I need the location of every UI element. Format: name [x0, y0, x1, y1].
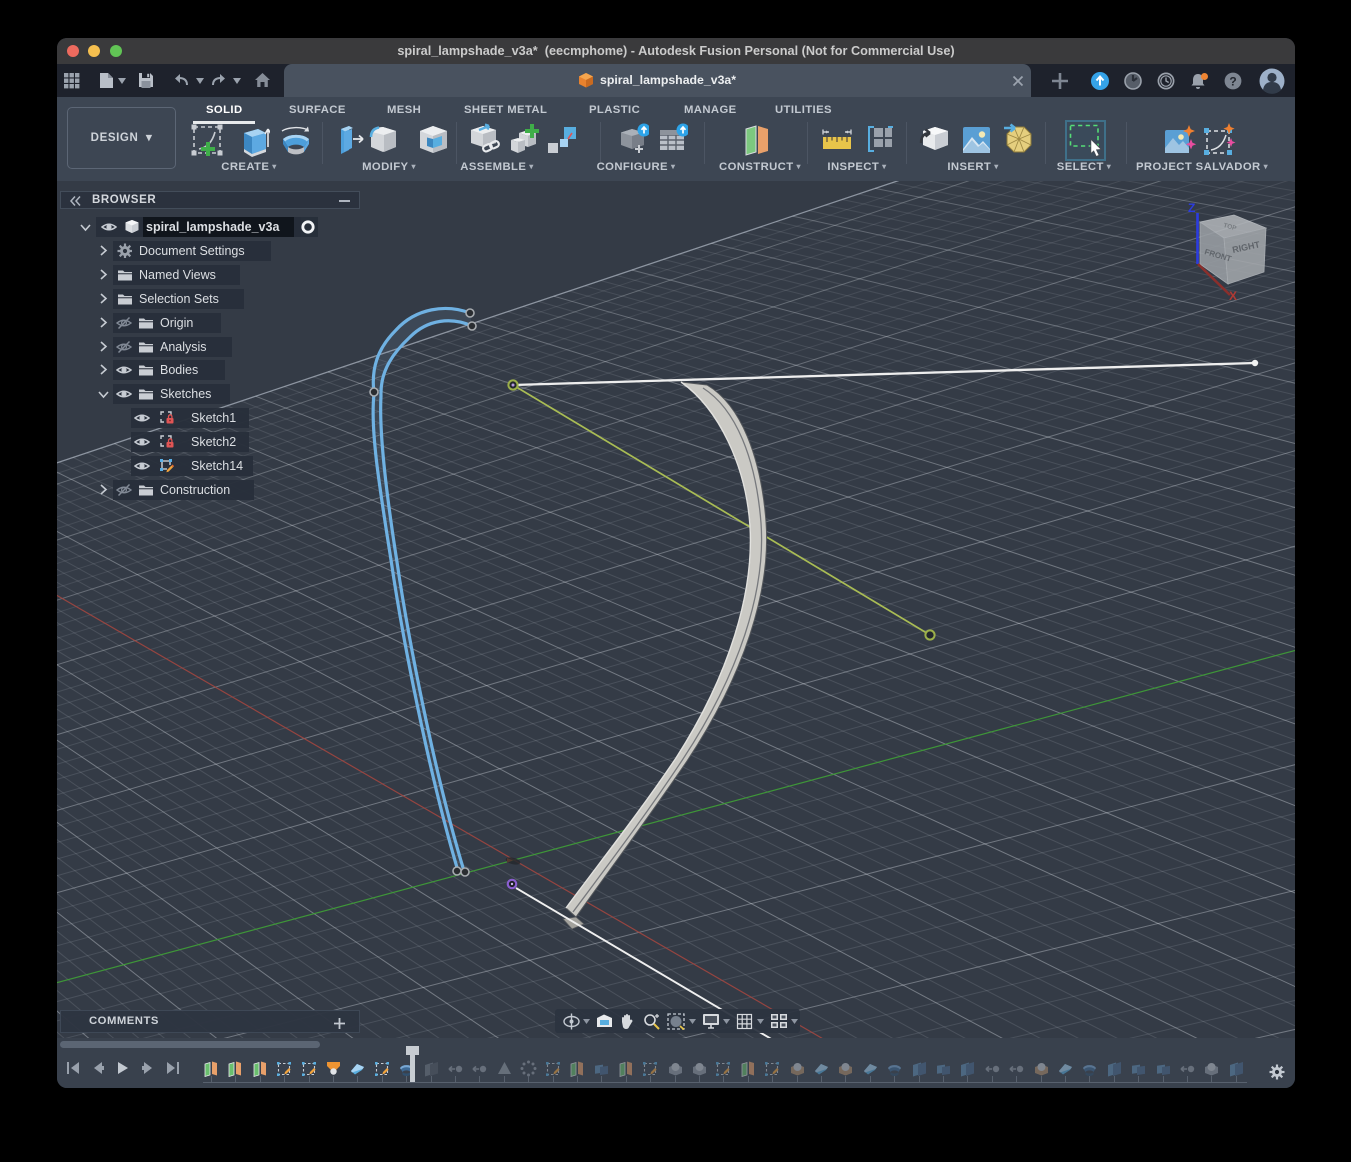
- svg-text:?: ?: [1229, 74, 1236, 88]
- svg-text:Z: Z: [1188, 201, 1195, 215]
- svg-text:X: X: [1229, 289, 1237, 303]
